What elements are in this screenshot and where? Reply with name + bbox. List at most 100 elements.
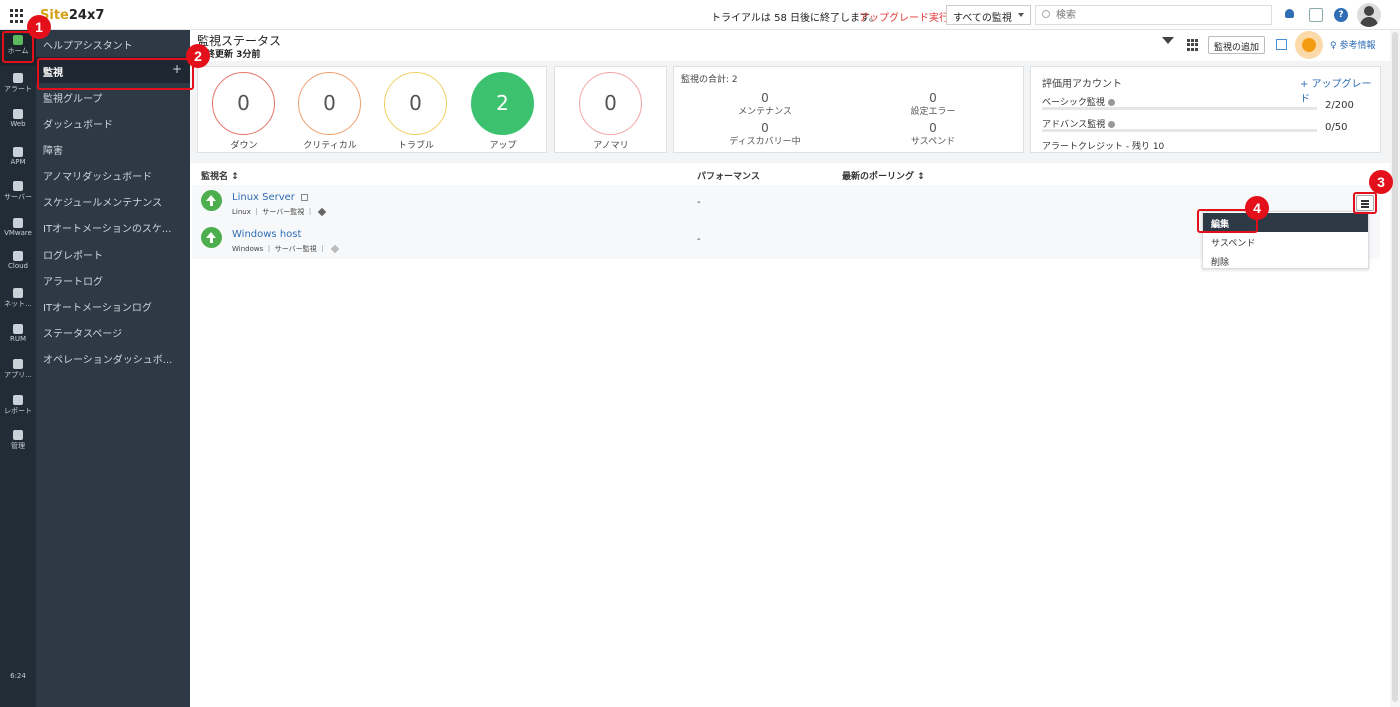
callout-badge-4: 4 <box>1245 196 1269 220</box>
rail-item-apm[interactable]: APM <box>0 144 36 178</box>
rail-item-rum[interactable]: RUM <box>0 321 36 355</box>
evaluation-card: 評価用アカウント + アップグレード ベーシック監視 2/200 アドバンス監視… <box>1030 66 1381 153</box>
sidebar-item-it-automation-schedule[interactable]: ITオートメーションのスケ... <box>36 213 190 239</box>
gear-icon <box>13 430 23 440</box>
status-ring-up[interactable]: 2 <box>471 72 534 135</box>
sidebar-item-status-page[interactable]: ステータスページ <box>36 318 190 344</box>
summary-config-error-value: 0 <box>929 91 937 105</box>
up-status-icon <box>201 227 222 248</box>
sidebar-item-alert-log[interactable]: アラートログ <box>36 266 190 292</box>
sidebar-item-log-report[interactable]: ログレポート <box>36 240 190 266</box>
summary-config-error-label: 設定エラー <box>910 107 956 117</box>
summary-suspend-label: サスペンド <box>910 137 956 147</box>
globe-icon <box>13 109 23 119</box>
cloud-icon <box>13 251 23 261</box>
performance-value: - <box>697 197 701 208</box>
status-label-critical: クリティカル <box>303 141 357 151</box>
summary-discovery-label: ディスカバリー中 <box>729 137 801 147</box>
rail-item-report[interactable]: レポート <box>0 392 36 426</box>
status-label-up: アップ <box>489 141 517 151</box>
monitor-name-link[interactable]: Linux Server <box>232 192 308 203</box>
status-ring-trouble[interactable]: 0 <box>384 72 447 135</box>
rail-item-vmware[interactable]: VMware <box>0 215 36 249</box>
add-monitor-button[interactable]: 監視の追加 <box>1208 36 1266 54</box>
info-icon[interactable] <box>1108 121 1116 128</box>
sidebar-item-anomaly-dashboard[interactable]: アノマリダッシュボード <box>36 161 190 187</box>
external-link-icon[interactable] <box>300 193 308 201</box>
summary-discovery-value: 0 <box>761 121 769 135</box>
clock-time: 6:24 <box>10 672 26 680</box>
sidebar-item-it-automation-log[interactable]: ITオートメーションログ <box>36 292 190 318</box>
trial-notice: トライアルは 58 日後に終了します。 <box>711 13 879 24</box>
status-ring-anomaly[interactable]: 0 <box>579 72 642 135</box>
avatar[interactable] <box>1357 3 1381 27</box>
status-label-trouble: トラブル <box>397 141 434 151</box>
callout-badge-1: 1 <box>27 15 51 39</box>
summary-suspend-value: 0 <box>929 121 937 135</box>
summary-maintenance-label: メンテナンス <box>738 107 792 117</box>
rail-item-admin[interactable]: 管理 <box>0 427 36 461</box>
sidebar-item-dashboard[interactable]: ダッシュボード <box>36 109 190 135</box>
sidebar-item-outages[interactable]: 障害 <box>36 135 190 161</box>
search-icon <box>1042 10 1050 18</box>
status-label-down: ダウン <box>230 141 258 151</box>
chevron-down-icon <box>1018 13 1024 17</box>
report-icon <box>13 395 23 405</box>
monitor-name-link[interactable]: Windows host <box>232 229 301 240</box>
up-status-icon <box>201 190 222 211</box>
info-icon[interactable] <box>1107 99 1115 106</box>
callout-badge-3: 3 <box>1369 170 1393 194</box>
rum-icon <box>13 324 23 334</box>
status-ring-critical[interactable]: 0 <box>298 72 361 135</box>
image-icon[interactable] <box>1276 39 1287 50</box>
summary-maintenance-value: 0 <box>761 91 769 105</box>
column-header-name[interactable]: 監視名 ↕ <box>201 169 239 182</box>
promo-icon[interactable] <box>1295 31 1323 59</box>
sidebar: ヘルプアシスタント 監視 + 監視グループ ダッシュボード 障害 アノマリダッシ… <box>36 30 190 707</box>
sidebar-item-scheduled-maintenance[interactable]: スケジュールメンテナンス <box>36 187 190 213</box>
reference-link[interactable]: ♀ 参考情報 <box>1330 38 1375 51</box>
help-icon[interactable]: ? <box>1334 8 1348 22</box>
upgrade-link[interactable]: アップグレード実行 <box>859 9 949 24</box>
anomaly-card: 0 アノマリ <box>554 66 667 153</box>
alert-credit-text: アラートクレジット - 残り 10 <box>1042 142 1165 152</box>
rail-item-app[interactable]: アプリ... <box>0 356 36 390</box>
scrollbar[interactable] <box>1390 30 1400 707</box>
status-card: 0 ダウン 0 クリティカル 0 トラブル 2 アップ <box>197 66 547 153</box>
app-grid-icon[interactable] <box>10 9 24 23</box>
sidebar-item-help-assistant[interactable]: ヘルプアシスタント <box>36 30 190 56</box>
tag-icon[interactable] <box>318 207 327 217</box>
icon-rail: ホーム アラート Web APM サーバー VMware Cloud ネット..… <box>0 30 36 707</box>
rail-item-web[interactable]: Web <box>0 106 36 140</box>
status-ring-down[interactable]: 0 <box>212 72 275 135</box>
monitor-filter-select[interactable]: すべての監視 <box>946 5 1031 25</box>
menu-item-delete[interactable]: 削除 <box>1203 251 1368 270</box>
tag-icon[interactable] <box>330 244 340 254</box>
apm-icon <box>13 147 23 157</box>
rail-item-cloud[interactable]: Cloud <box>0 248 36 282</box>
callout-badge-2: 2 <box>186 44 210 68</box>
column-header-last-poll[interactable]: 最新のポーリング ↕ <box>842 169 925 182</box>
search-box[interactable] <box>1035 5 1272 25</box>
grid-view-icon[interactable] <box>1187 39 1199 51</box>
menu-item-suspend[interactable]: サスペンド <box>1203 232 1368 251</box>
basic-monitor-value: 2/200 <box>1325 100 1354 111</box>
highlight-menu-button <box>1353 192 1377 214</box>
column-header-performance: パフォーマンス <box>697 172 760 182</box>
summary-title: 監視の合計: 2 <box>681 75 738 85</box>
rail-item-network[interactable]: ネット... <box>0 285 36 319</box>
network-icon <box>13 288 23 298</box>
evaluation-title: 評価用アカウント <box>1042 79 1122 90</box>
chat-icon[interactable] <box>1309 8 1323 22</box>
rail-item-server[interactable]: サーバー <box>0 178 36 212</box>
notification-icon[interactable] <box>1283 8 1297 22</box>
performance-value: - <box>697 234 701 245</box>
filter-icon[interactable] <box>1162 35 1174 49</box>
bell-icon <box>13 73 23 83</box>
rail-item-alert[interactable]: アラート <box>0 70 36 104</box>
vmware-icon <box>13 218 23 228</box>
advanced-monitor-value: 0/50 <box>1325 122 1348 133</box>
monitor-filter-value: すべての監視 <box>953 13 1012 24</box>
sidebar-item-operations-dashboard[interactable]: オペレーションダッシュボ... <box>36 344 190 370</box>
search-input[interactable] <box>1056 8 1266 23</box>
